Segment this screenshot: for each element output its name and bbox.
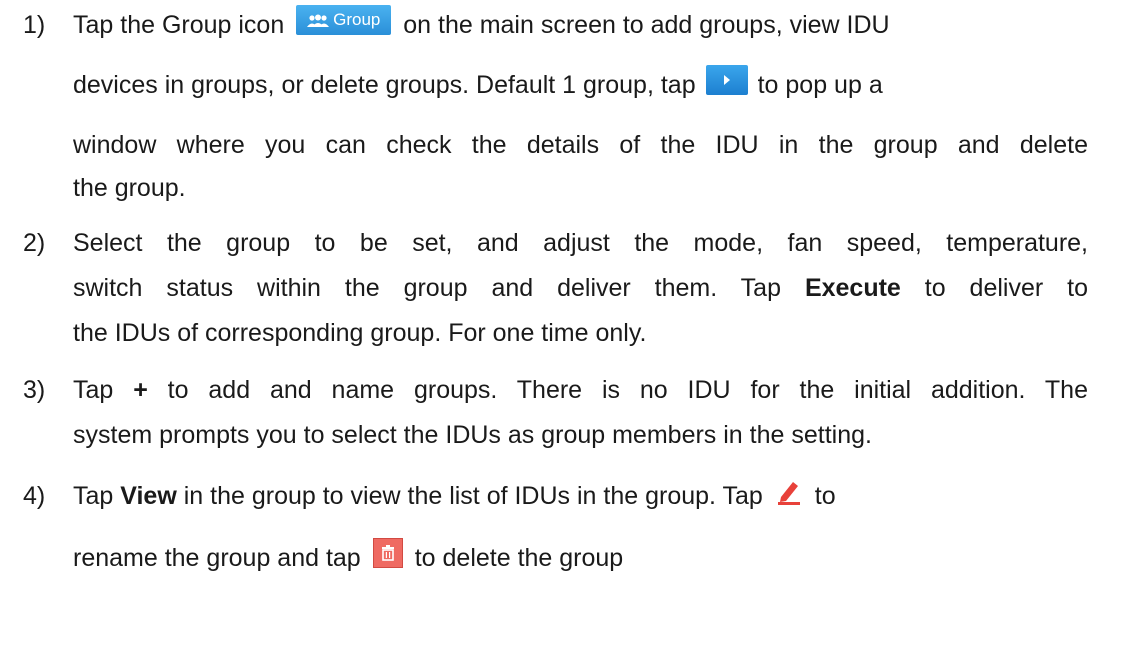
item-text: devices in groups, or delete groups. Def…	[73, 71, 696, 99]
item-3-line-2: system prompts you to select the IDUs as…	[73, 421, 872, 449]
item-text: to add and name groups. There is no IDU …	[167, 376, 1088, 404]
instruction-document: 1) Tap the Group icon Group on the main sc…	[0, 0, 1131, 650]
item-3-line-1: Tap + to add and name groups. There is n…	[73, 373, 1088, 407]
item-1-line-1: Tap the Group icon Group on the main scree…	[73, 5, 890, 42]
item-text: Tap	[73, 482, 114, 510]
item-text: to delete the group	[414, 544, 624, 572]
play-button-icon	[705, 65, 748, 96]
item-4-line-2: rename the group and tap to delete the gr…	[73, 538, 624, 575]
group-button-icon: Group	[296, 5, 392, 36]
edit-button-icon	[775, 477, 803, 506]
item-text: in the group to view the list of IDUs in…	[183, 482, 763, 510]
group-people-icon	[307, 14, 330, 28]
item-text: Tap	[73, 376, 114, 404]
item-4-line-1: Tap View in the group to view the list o…	[73, 479, 836, 513]
item-2-line-3: the IDUs of corresponding group. For one…	[73, 319, 647, 347]
item-text: to	[814, 482, 836, 510]
item-number: 4)	[23, 482, 46, 510]
item-number: 1)	[23, 11, 46, 39]
item-text: on the main screen to add groups, view I…	[403, 11, 890, 39]
item-text: switch status within the group and deliv…	[73, 274, 781, 302]
item-1-line-4: the group.	[73, 174, 186, 202]
item-2-line-2: switch status within the group and deliv…	[73, 271, 1088, 305]
delete-button-icon	[372, 538, 403, 569]
item-text: to deliver to	[924, 274, 1088, 302]
edit-pencil-icon	[777, 482, 800, 506]
trash-icon	[381, 545, 394, 562]
item-text: rename the group and tap	[73, 544, 361, 572]
play-arrow-icon	[723, 75, 730, 86]
item-1-line-2: devices in groups, or delete groups. Def…	[73, 65, 883, 102]
item-text: Tap the Group icon	[73, 11, 285, 39]
item-1-line-3: window where you can check the details o…	[73, 131, 1088, 159]
item-2-line-1: Select the group to be set, and adjust t…	[73, 229, 1088, 257]
item-number: 3)	[23, 376, 46, 404]
view-keyword: View	[120, 482, 177, 510]
item-text: to pop up a	[757, 71, 883, 99]
item-number: 2)	[23, 229, 46, 257]
plus-keyword: +	[133, 376, 148, 404]
group-icon-label: Group	[333, 10, 381, 30]
execute-keyword: Execute	[804, 274, 901, 302]
